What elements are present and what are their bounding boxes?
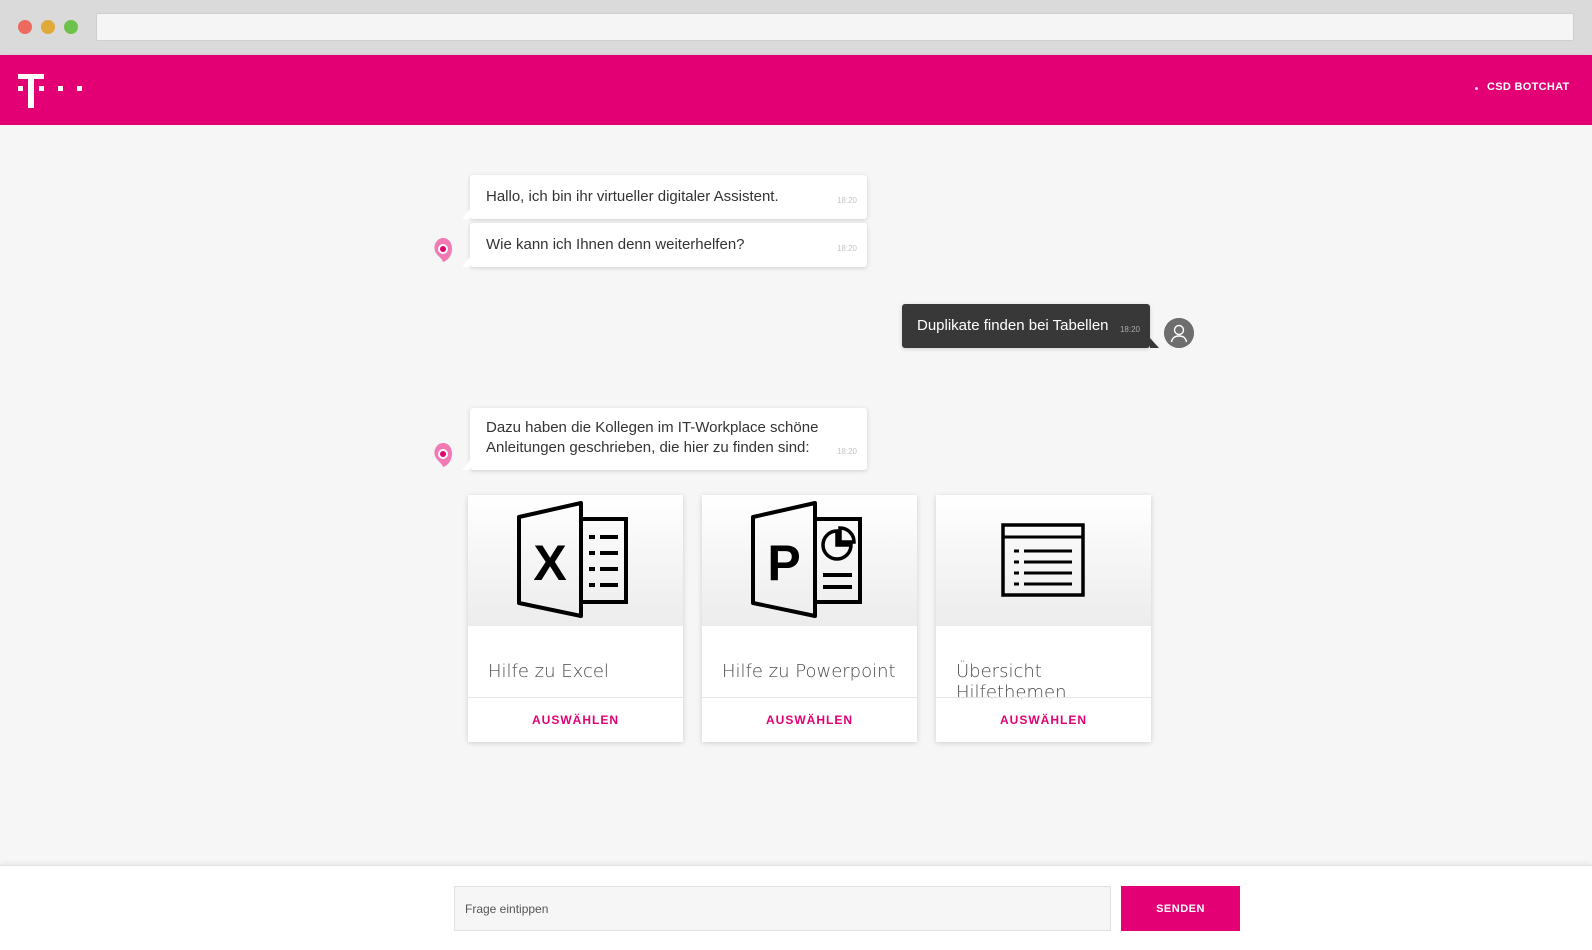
bot-message: Dazu haben die Kollegen im IT-Workplace … (462, 408, 867, 470)
message-text-line: Dazu haben die Kollegen im IT-Workplace … (486, 419, 819, 436)
card-title: Hilfe zu Powerpoint (722, 661, 896, 682)
bot-avatar-icon (434, 443, 452, 467)
close-window-button[interactable] (18, 20, 32, 34)
chat-area: Hallo, ich bin ihr virtueller digitaler … (0, 125, 1592, 865)
message-time: 18:20 (836, 244, 857, 253)
card-image (936, 495, 1151, 626)
nav-indicator-dot (1475, 87, 1478, 90)
help-card-excel[interactable]: X Hilfe zu Excel AUSWÄHLEN (468, 495, 683, 742)
bot-avatar-icon (434, 238, 452, 262)
help-card-overview[interactable]: Übersicht Hilfethemen AUSWÄHLEN (936, 495, 1151, 742)
telekom-logo[interactable] (18, 74, 84, 108)
app-header: CSD BOTCHAT (0, 55, 1592, 125)
nav-title[interactable]: CSD BOTCHAT (1487, 81, 1570, 93)
message-text-line: Anleitungen geschrieben, die hier zu fin… (486, 439, 810, 456)
excel-icon: X (517, 501, 628, 618)
list-window-icon (1001, 523, 1085, 597)
question-input[interactable] (454, 886, 1111, 931)
bot-message: Wie kann ich Ihnen denn weiterhelfen? 18… (462, 223, 867, 267)
browser-chrome (0, 0, 1592, 55)
composer-bar: SENDEN (0, 865, 1592, 950)
help-card-powerpoint[interactable]: P Hilfe zu Powerpoint AUSWÄHLEN (702, 495, 917, 742)
card-title: Hilfe zu Excel (488, 661, 609, 682)
message-time: 18:20 (836, 447, 857, 456)
bot-message: Hallo, ich bin ihr virtueller digitaler … (462, 175, 867, 219)
svg-text:X: X (533, 535, 566, 591)
message-text: Duplikate finden bei Tabellen (917, 317, 1109, 334)
message-text: Wie kann ich Ihnen denn weiterhelfen? (486, 236, 745, 253)
message-time: 18:20 (1119, 325, 1140, 334)
message-text: Hallo, ich bin ihr virtueller digitaler … (486, 188, 779, 205)
message-time: 18:20 (836, 196, 857, 205)
powerpoint-icon: P (751, 501, 862, 618)
user-avatar-icon (1164, 318, 1194, 348)
select-button[interactable]: AUSWÄHLEN (702, 698, 917, 742)
svg-text:P: P (767, 535, 800, 591)
address-bar[interactable] (96, 13, 1574, 41)
select-button[interactable]: AUSWÄHLEN (468, 698, 683, 742)
card-image: X (468, 495, 683, 626)
select-button[interactable]: AUSWÄHLEN (936, 698, 1151, 742)
user-message: Duplikate finden bei Tabellen 18:20 (902, 304, 1159, 348)
maximize-window-button[interactable] (64, 20, 78, 34)
send-button[interactable]: SENDEN (1121, 886, 1240, 931)
minimize-window-button[interactable] (41, 20, 55, 34)
card-image: P (702, 495, 917, 626)
